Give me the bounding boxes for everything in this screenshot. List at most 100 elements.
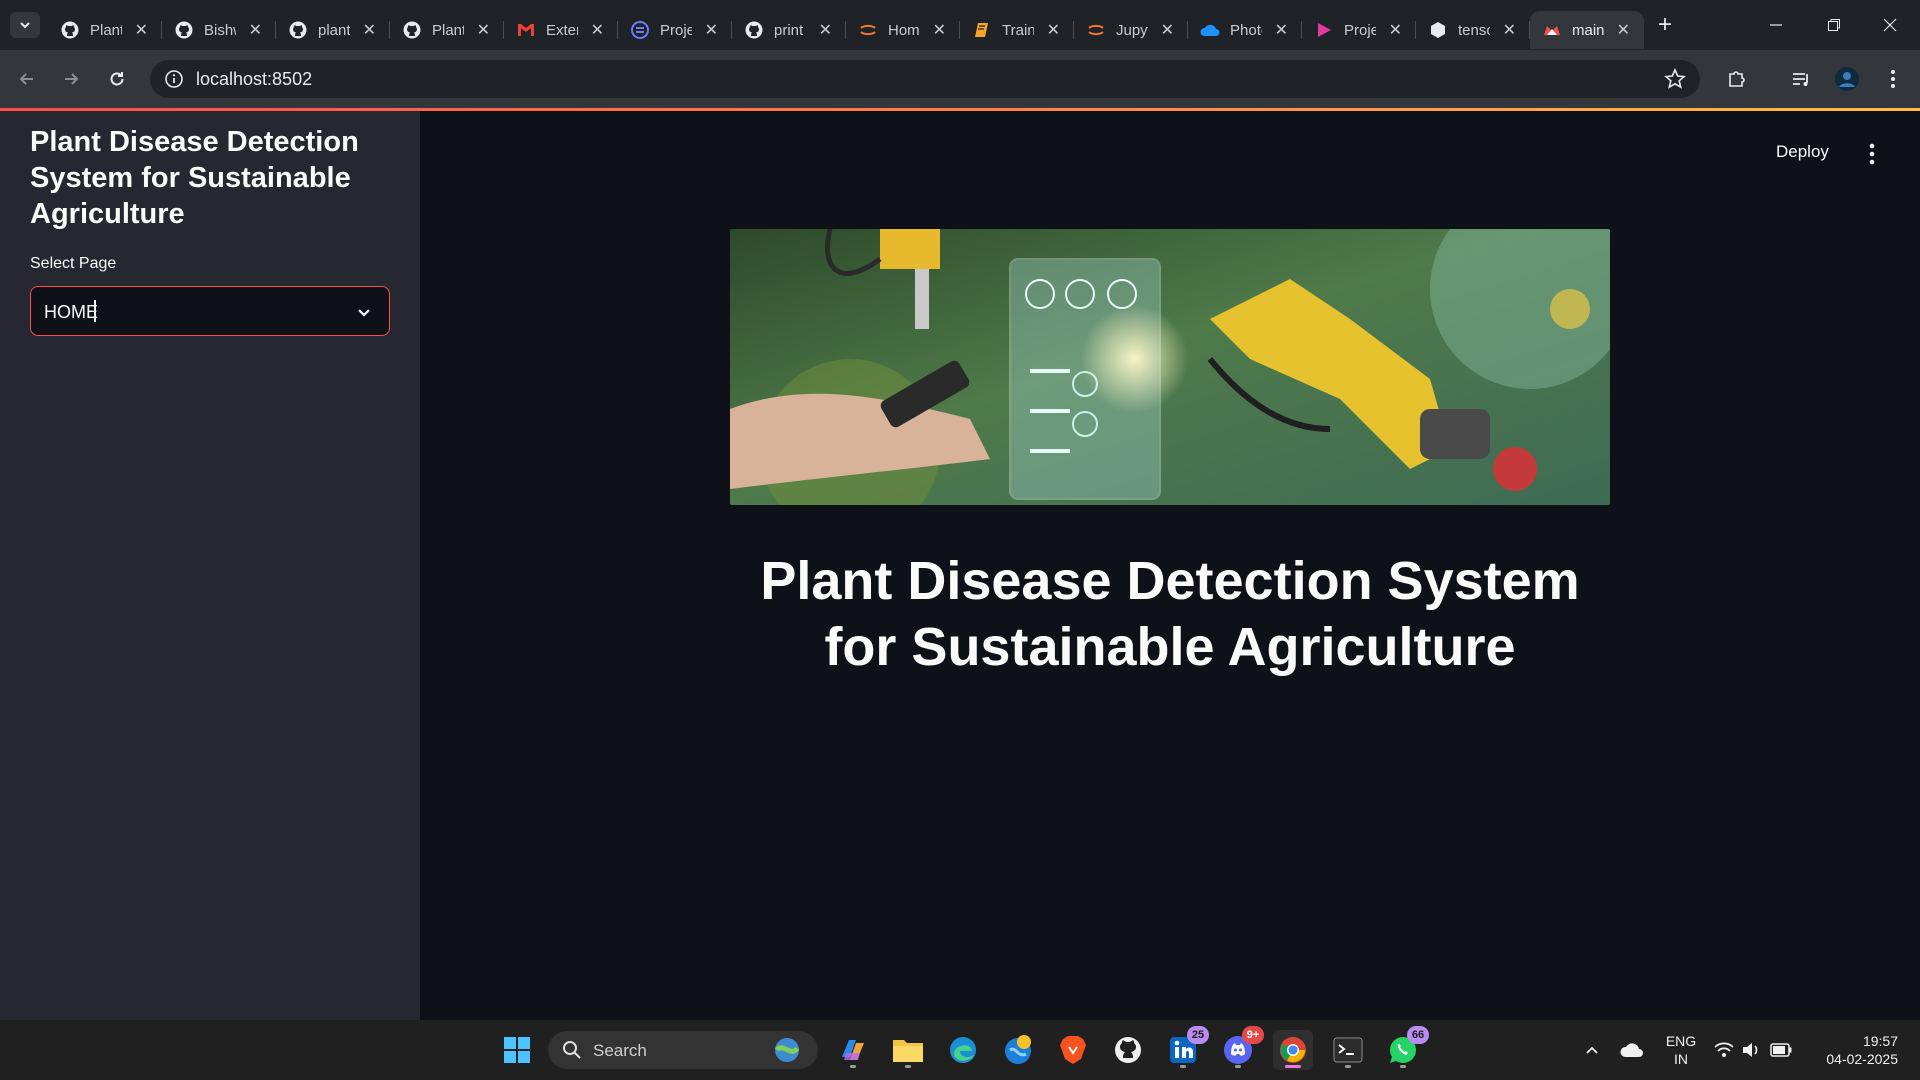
- browser-tab[interactable]: Home ✕: [846, 11, 960, 49]
- select-page-dropdown[interactable]: HOME: [30, 286, 390, 336]
- clock[interactable]: 19:57 04-02-2025: [1808, 1032, 1898, 1068]
- browser-tab[interactable]: print ✕: [732, 11, 846, 49]
- chevron-up-icon: [1586, 1046, 1598, 1054]
- back-button[interactable]: [12, 64, 42, 94]
- reload-icon: [110, 72, 124, 86]
- onedrive-button[interactable]: [1612, 1030, 1652, 1070]
- taskbar-brave[interactable]: [1053, 1030, 1093, 1070]
- browser-tab[interactable]: Plant-Disease ✕: [390, 11, 504, 49]
- tab-title: Project: [1344, 21, 1376, 39]
- taskbar-discord[interactable]: 9+: [1218, 1026, 1264, 1070]
- browser-tab[interactable]: Jupyter ✕: [1074, 11, 1188, 49]
- github-icon: [288, 20, 308, 40]
- linkedin-notification-badge: 25: [1187, 1026, 1209, 1044]
- new-tab-button[interactable]: +: [1650, 10, 1680, 40]
- browser-tab[interactable]: tensorflow ✕: [1416, 11, 1530, 49]
- browser-tab[interactable]: External ✕: [504, 11, 618, 49]
- sidebar: [0, 111, 420, 1020]
- restore-button[interactable]: [1806, 0, 1862, 50]
- browser-tab[interactable]: Photos ✕: [1188, 11, 1302, 49]
- close-tab-icon[interactable]: ✕: [1275, 20, 1288, 40]
- browser-tab[interactable]: Plant Disease ✕: [48, 11, 162, 49]
- show-hidden-icons-button[interactable]: [1572, 1030, 1612, 1070]
- folder-icon: [893, 1040, 923, 1062]
- github-icon: [1115, 1037, 1141, 1063]
- tab-title: Photos: [1230, 21, 1262, 39]
- taskbar-search[interactable]: Search: [548, 1031, 818, 1069]
- close-tab-icon[interactable]: ✕: [135, 20, 148, 40]
- search-highlight-icon: [774, 1038, 800, 1062]
- close-tab-icon[interactable]: ✕: [933, 20, 946, 40]
- copilot-icon: [842, 1040, 864, 1060]
- tab-title: Project: [660, 21, 692, 39]
- taskbar-weather[interactable]: [998, 1030, 1038, 1070]
- select-page-label: Select Page: [30, 255, 117, 272]
- play-icon: [1314, 20, 1334, 40]
- tab-search-button[interactable]: [10, 12, 40, 38]
- browser-tab[interactable]: Training ✕: [960, 11, 1074, 49]
- close-tab-icon[interactable]: ✕: [819, 20, 832, 40]
- close-tab-icon[interactable]: ✕: [1161, 20, 1174, 40]
- close-tab-icon[interactable]: ✕: [249, 20, 262, 40]
- close-tab-icon[interactable]: ✕: [363, 20, 376, 40]
- windows-logo-icon: [504, 1037, 530, 1063]
- browser-tab[interactable]: Bishwajit ✕: [162, 11, 276, 49]
- github-icon: [174, 20, 194, 40]
- browser-tab[interactable]: Project ✕: [1302, 11, 1416, 49]
- browser-tab-strip: Plant Disease✕Bishwajit✕plant-disease✕Pl…: [0, 0, 1920, 50]
- media-controls-button[interactable]: [1786, 64, 1816, 94]
- browser-tab[interactable]: Project ✕: [618, 11, 732, 49]
- edge-icon: [950, 1037, 976, 1063]
- github-icon: [402, 20, 422, 40]
- site-info-icon[interactable]: [164, 69, 184, 89]
- address-bar[interactable]: localhost:8502: [150, 60, 1700, 98]
- close-window-button[interactable]: [1862, 0, 1918, 50]
- tab-title: Plant-Disease: [432, 21, 464, 39]
- close-tab-icon[interactable]: ✕: [1617, 20, 1630, 40]
- forward-button[interactable]: [56, 64, 86, 94]
- puzzle-icon: [1729, 71, 1745, 87]
- arrow-right-icon: [65, 73, 79, 85]
- bookmark-star-icon[interactable]: [1664, 68, 1686, 90]
- clock-date: 04-02-2025: [1826, 1051, 1898, 1067]
- taskbar-edge[interactable]: [943, 1030, 983, 1070]
- tab-list: Plant Disease✕Bishwajit✕plant-disease✕Pl…: [48, 6, 1644, 50]
- taskbar-file-explorer[interactable]: [888, 1030, 928, 1070]
- notebook-icon: [972, 20, 992, 40]
- tab-title: Jupyter: [1116, 21, 1148, 39]
- profile-button[interactable]: [1832, 64, 1862, 94]
- close-tab-icon[interactable]: ✕: [705, 20, 718, 40]
- search-label: Search: [593, 1041, 647, 1060]
- taskbar-terminal[interactable]: [1328, 1030, 1368, 1070]
- avatar: [1835, 67, 1859, 91]
- taskbar-github[interactable]: [1108, 1030, 1148, 1070]
- browser-menu-button[interactable]: [1878, 64, 1908, 94]
- reload-button[interactable]: [102, 64, 132, 94]
- language-indicator[interactable]: ENG IN: [1660, 1032, 1702, 1068]
- tab-title: Bishwajit: [204, 21, 236, 39]
- browser-tab[interactable]: main ✕: [1530, 11, 1644, 49]
- page-title: Plant Disease Detection System for Susta…: [760, 551, 1580, 677]
- taskbar-copilot[interactable]: [833, 1030, 873, 1070]
- close-tab-icon[interactable]: ✕: [477, 20, 490, 40]
- close-tab-icon[interactable]: ✕: [591, 20, 604, 40]
- media-queue-icon: [1793, 73, 1808, 86]
- taskbar-whatsapp[interactable]: 66: [1383, 1026, 1429, 1070]
- close-tab-icon[interactable]: ✕: [1503, 20, 1516, 40]
- streamlit-icon: [1542, 20, 1562, 40]
- taskbar-linkedin[interactable]: 25: [1163, 1026, 1209, 1070]
- cloud-icon: [1620, 1043, 1643, 1057]
- start-button[interactable]: [497, 1030, 537, 1070]
- close-tab-icon[interactable]: ✕: [1047, 20, 1060, 40]
- taskbar-chrome[interactable]: [1273, 1030, 1313, 1070]
- github-icon: [60, 20, 80, 40]
- deploy-button[interactable]: Deploy: [1776, 142, 1829, 162]
- minimize-button[interactable]: [1748, 0, 1804, 50]
- extensions-button[interactable]: [1722, 64, 1752, 94]
- close-tab-icon[interactable]: ✕: [1389, 20, 1402, 40]
- quick-settings-button[interactable]: [1708, 1030, 1798, 1070]
- wifi-icon: [1714, 1042, 1734, 1057]
- app-menu-icon[interactable]: [1862, 140, 1882, 168]
- chevron-down-icon[interactable]: [355, 303, 373, 321]
- browser-tab[interactable]: plant-disease ✕: [276, 11, 390, 49]
